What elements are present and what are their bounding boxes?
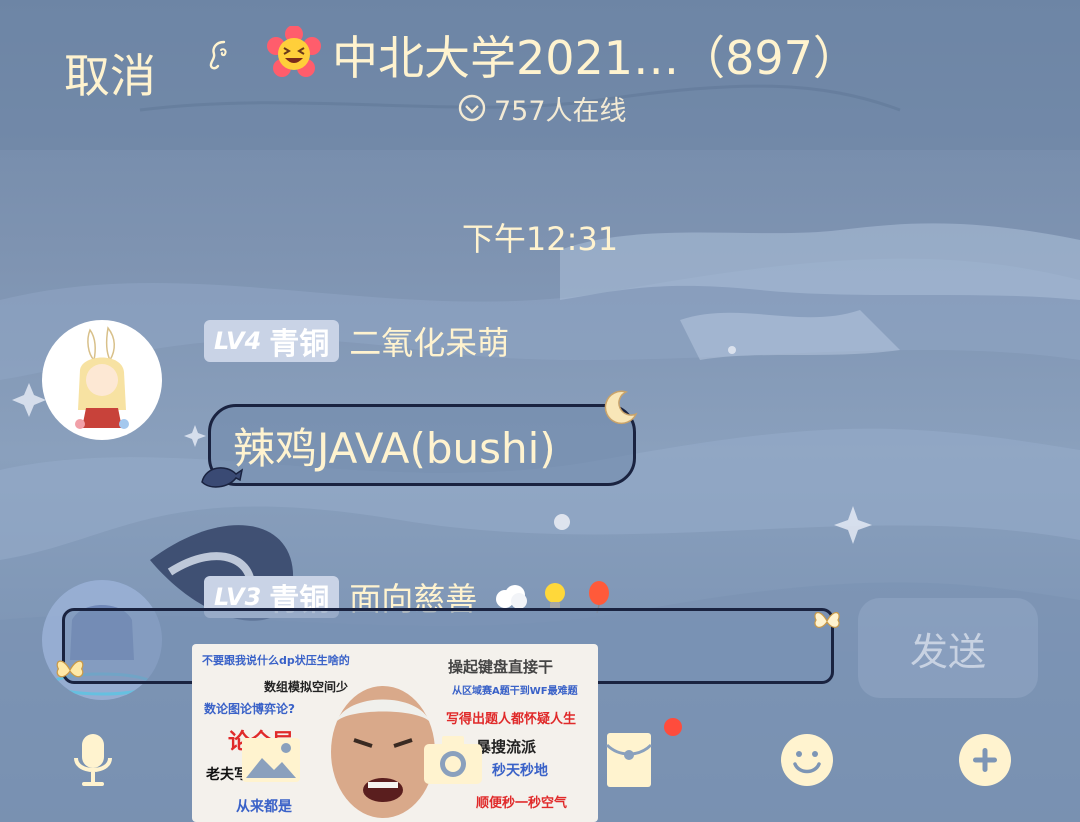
- laughing-flower-icon: [267, 26, 321, 77]
- message-text: 辣鸡JAVA(bushi): [233, 423, 556, 473]
- image-icon: [242, 738, 300, 782]
- online-status[interactable]: 757人在线: [458, 88, 627, 128]
- message-bubble[interactable]: 辣鸡JAVA(bushi): [208, 404, 636, 486]
- voice-button[interactable]: [58, 720, 128, 800]
- sender-info: LV4 青铜 二氧化呆萌: [204, 318, 509, 364]
- online-count: 757人在线: [494, 95, 627, 127]
- camera-icon: [424, 736, 482, 784]
- microphone-icon: [74, 734, 112, 786]
- moon-icon: [604, 390, 638, 425]
- image-button[interactable]: [236, 720, 306, 800]
- meme-text: 数论图论博弈论?: [204, 702, 295, 716]
- send-button[interactable]: 发送: [858, 598, 1038, 698]
- red-packet-icon: [605, 733, 653, 787]
- chat-header: 取消 中北大学2021…（897） 757人在线: [0, 0, 1080, 150]
- whale-icon: [201, 467, 244, 488]
- level-badge: LV4 青铜: [204, 320, 340, 362]
- message-timestamp: 下午12:31: [461, 220, 619, 258]
- bunny-girl-avatar-image: [75, 326, 129, 429]
- meme-text: 从区域赛A题干到WF最难题: [452, 686, 578, 697]
- rank-text: 青铜: [269, 327, 330, 362]
- camera-button[interactable]: [418, 720, 488, 800]
- emoji-icon: [781, 734, 833, 786]
- avatar[interactable]: [42, 320, 162, 440]
- input-toolbar: [0, 720, 1080, 810]
- meme-text: 不要跟我说什么dp状压生啥的: [202, 654, 350, 667]
- sender-nickname[interactable]: 二氧化呆萌: [349, 318, 509, 364]
- notification-dot: [664, 718, 682, 736]
- red-packet-button[interactable]: [594, 720, 664, 800]
- butterfly-icon: [56, 660, 84, 678]
- ear-icon[interactable]: [204, 38, 238, 72]
- group-title[interactable]: 中北大学2021…（897）: [332, 22, 859, 88]
- cancel-button[interactable]: 取消: [64, 40, 156, 106]
- level-text: LV3: [214, 583, 262, 611]
- level-text: LV4: [214, 327, 262, 355]
- butterfly-icon: [814, 612, 840, 628]
- emoji-button[interactable]: [772, 720, 842, 800]
- meme-text: 操起键盘直接干: [448, 658, 554, 676]
- more-button[interactable]: [950, 720, 1020, 800]
- chevron-down-circle-icon: [458, 94, 486, 122]
- plus-icon: [959, 734, 1011, 786]
